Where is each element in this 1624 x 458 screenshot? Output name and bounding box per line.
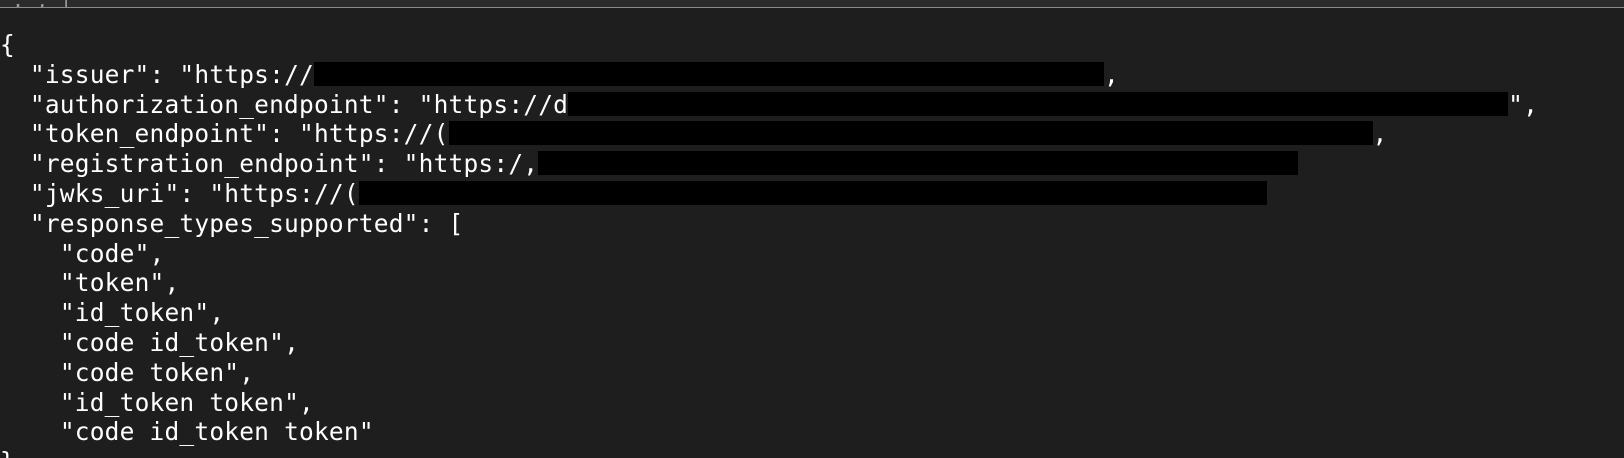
json-line-response-types-supported: "response_types_supported": [ xyxy=(29,208,464,238)
close-brace: } xyxy=(0,447,15,458)
list-item: "code", xyxy=(0,239,1624,269)
token-endpoint-suffix: , xyxy=(1372,119,1388,149)
authorization-endpoint-suffix: ", xyxy=(1508,89,1539,119)
array-open-bracket: [ xyxy=(448,208,464,238)
issuer-key: "issuer" xyxy=(29,59,150,89)
redacted-block xyxy=(448,121,1373,146)
issuer-suffix: , xyxy=(1103,59,1119,89)
registration-endpoint-key: "registration_endpoint" xyxy=(29,149,374,179)
redacted-block xyxy=(568,91,1509,116)
response-type-value: "code id_token token" xyxy=(59,417,374,447)
terminal-window: . ; | { "issuer": "https://, "authorizat… xyxy=(0,0,1624,458)
title-bar: . ; | xyxy=(0,0,1624,8)
list-item: "code token", xyxy=(0,358,1624,388)
json-line-authorization-endpoint: "authorization_endpoint": "https://d ", xyxy=(29,89,1539,119)
list-item: "id_token token", xyxy=(0,388,1624,418)
jwks-uri-key: "jwks_uri" xyxy=(29,178,180,208)
json-open-brace-line: { xyxy=(0,30,1624,60)
json-line-issuer: "issuer": "https://, xyxy=(29,59,1119,89)
token-endpoint-url-prefix: "https://( xyxy=(299,119,449,149)
redacted-block xyxy=(313,61,1104,86)
json-line-token-endpoint: "token_endpoint": "https://(, xyxy=(29,119,1388,149)
response-type-value: "token", xyxy=(59,268,180,298)
json-line-jwks-uri: "jwks_uri": "https://( xyxy=(0,179,1624,209)
list-item: "code id_token token" xyxy=(0,417,1624,447)
response-type-value: "code token", xyxy=(59,357,255,387)
json-line-registration-endpoint: "registration_endpoint": "https:/, xyxy=(0,149,1624,179)
registration-endpoint-url-prefix: "https:/, xyxy=(403,149,539,179)
terminal-output[interactable]: { "issuer": "https://, "authorization_en… xyxy=(0,30,1624,458)
jwks-uri-url-prefix: "https://( xyxy=(209,178,359,208)
authorization-endpoint-key: "authorization_endpoint" xyxy=(29,89,389,119)
list-item: "id_token", xyxy=(0,298,1624,328)
json-close-brace-line: } xyxy=(0,447,1624,458)
issuer-url-prefix: "https:// xyxy=(179,59,314,89)
response-type-value: "id_token token", xyxy=(59,387,314,417)
token-endpoint-key: "token_endpoint" xyxy=(29,119,270,149)
response-types-supported-key: "response_types_supported" xyxy=(29,208,419,238)
title-text: . ; | xyxy=(12,0,72,7)
response-type-value: "id_token", xyxy=(59,298,225,328)
redacted-block xyxy=(358,180,1267,205)
response-type-value: "code", xyxy=(59,238,165,268)
list-item: "code id_token", xyxy=(0,328,1624,358)
list-item: "token", xyxy=(0,268,1624,298)
authorization-endpoint-url-prefix: "https://d xyxy=(418,89,569,119)
redacted-block xyxy=(538,151,1299,176)
open-brace: { xyxy=(0,30,15,59)
response-type-value: "code id_token", xyxy=(59,327,300,357)
